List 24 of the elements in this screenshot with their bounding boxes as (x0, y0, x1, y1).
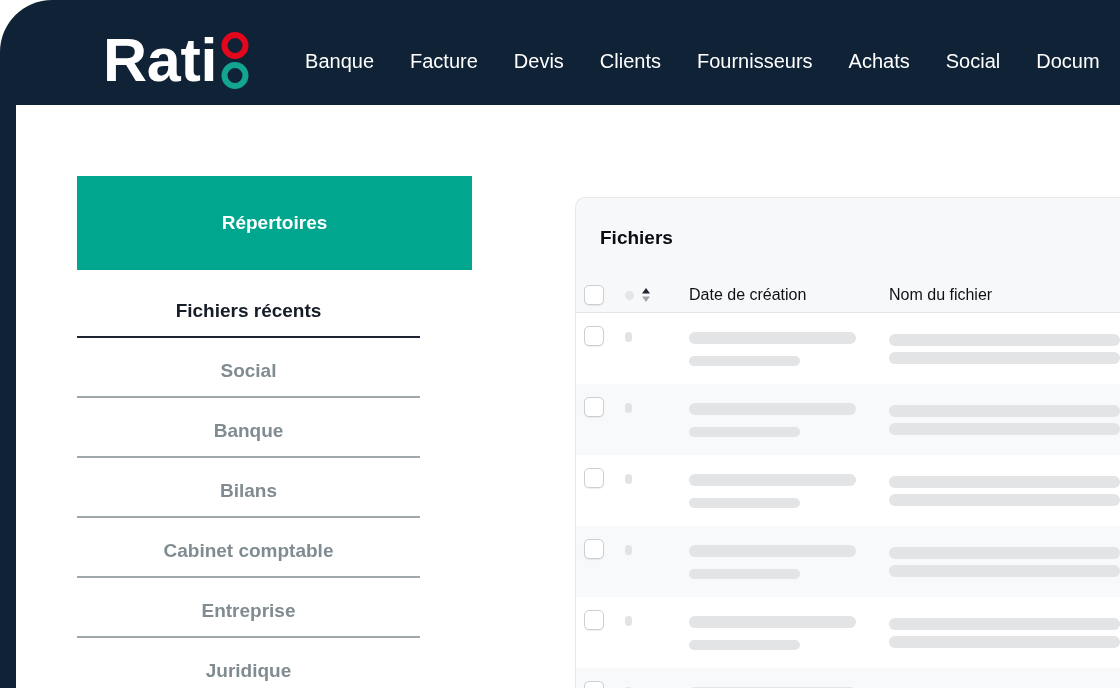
table-row[interactable] (576, 455, 1120, 526)
card-title: Fichiers (600, 226, 673, 250)
nav-link[interactable]: Facture (410, 48, 478, 73)
nav-link[interactable]: Social (945, 48, 1001, 73)
nav-link[interactable]: Clients (599, 48, 661, 73)
sort-icon[interactable] (642, 287, 650, 303)
table-row[interactable] (576, 313, 1120, 384)
column-header[interactable]: Date de création (689, 286, 807, 303)
nav-link[interactable]: Docum (1036, 48, 1100, 73)
nav-link[interactable]: Devis (513, 48, 564, 73)
checkbox[interactable] (584, 610, 604, 630)
logo-text: Rati (103, 30, 218, 91)
checkbox[interactable] (584, 539, 604, 559)
sidebar-item[interactable]: Fichiers récents (77, 278, 420, 338)
column-header[interactable]: Nom du fichier (889, 286, 993, 303)
table-row[interactable] (576, 597, 1120, 668)
nav-link[interactable]: Banque (305, 48, 374, 73)
nav-link[interactable]: Fournisseurs (697, 48, 813, 73)
checkbox[interactable] (584, 285, 604, 305)
rings-icon (221, 32, 250, 89)
checkbox[interactable] (584, 397, 604, 417)
checkbox[interactable] (584, 326, 604, 346)
nav-link[interactable]: Achats (848, 48, 910, 73)
checkbox[interactable] (584, 468, 604, 488)
